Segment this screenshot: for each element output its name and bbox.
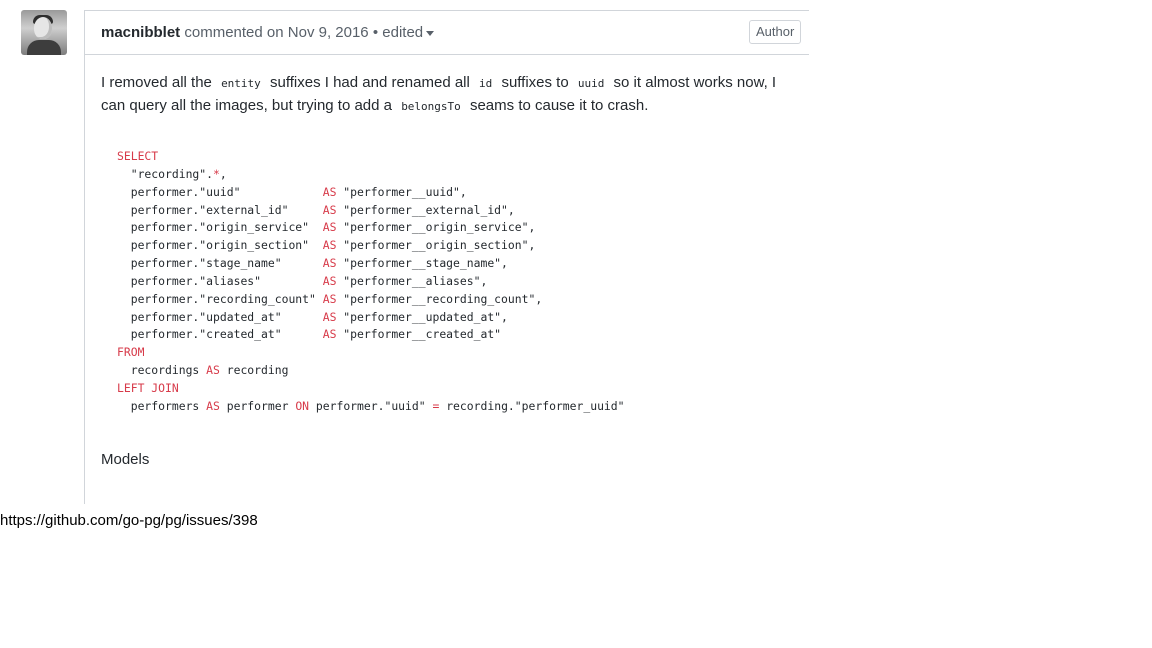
- code-keyword: *: [213, 166, 220, 181]
- code-text: performer."origin_service": [117, 220, 323, 235]
- code-line: performer."recording_count" AS "performe…: [117, 292, 542, 306]
- separator: •: [372, 24, 379, 41]
- code-text: "performer__aliases",: [336, 273, 488, 288]
- code-text: recording: [219, 363, 289, 378]
- code-text: performer."uuid": [309, 398, 433, 413]
- code-text: performer: [219, 398, 296, 413]
- code-keyword: AS: [322, 238, 337, 253]
- code-line: performer."created_at" AS "performer__cr…: [117, 327, 501, 341]
- sql-code-block: SELECT "recording".*, performer."uuid" A…: [101, 146, 801, 418]
- code-text: performer."stage_name": [117, 256, 323, 271]
- code-text: performer."aliases": [117, 273, 323, 288]
- code-line: performers AS performer ON performer."uu…: [117, 399, 625, 413]
- code-line: performer."updated_at" AS "performer__up…: [117, 310, 508, 324]
- code-keyword: SELECT: [117, 149, 159, 163]
- body-text: suffixes to: [501, 74, 569, 91]
- code-text: recording."performer_uuid": [439, 398, 625, 413]
- inline-code: entity: [221, 77, 261, 90]
- code-text: "performer__origin_section",: [336, 238, 536, 253]
- code-text: "performer__stage_name",: [336, 256, 508, 271]
- code-text: performer."uuid": [117, 184, 323, 199]
- inline-code: belongsTo: [401, 100, 461, 113]
- code-keyword: LEFT JOIN: [117, 380, 179, 395]
- comment-body: I removed all the entity suffixes I had …: [101, 72, 801, 118]
- inline-code: uuid: [577, 77, 605, 90]
- code-text: "performer__external_id",: [336, 202, 515, 217]
- code-keyword: ON: [295, 398, 310, 413]
- body-text: suffixes I had and renamed all: [269, 74, 470, 91]
- body-text: seams to cause it to crash.: [469, 97, 649, 114]
- code-text: performer."created_at": [117, 327, 323, 342]
- body-text: I removed all the: [101, 74, 212, 91]
- code-line: performer."aliases" AS "performer__alias…: [117, 273, 488, 288]
- code-text: performer."external_id": [117, 202, 323, 217]
- comment-border-left: [84, 10, 85, 504]
- code-text: "performer__uuid",: [336, 184, 467, 199]
- source-url: https://github.com/go-pg/pg/issues/398: [0, 512, 258, 529]
- edited-dropdown[interactable]: edited: [382, 24, 435, 41]
- code-line: performer."origin_section" AS "performer…: [117, 238, 536, 253]
- code-line: SELECT: [117, 149, 158, 163]
- code-keyword: AS: [206, 363, 220, 378]
- avatar-face: [34, 17, 52, 39]
- code-text: "performer__recording_count",: [336, 291, 543, 306]
- code-text: ,: [219, 166, 227, 181]
- code-keyword: FROM: [117, 345, 145, 360]
- code-line: performer."external_id" AS "performer__e…: [117, 203, 515, 217]
- edited-label: edited: [382, 24, 424, 41]
- inline-code: id: [479, 77, 493, 90]
- code-keyword: AS: [322, 327, 337, 342]
- code-keyword: AS: [322, 256, 337, 271]
- code-text: "performer__updated_at",: [336, 309, 508, 324]
- comment-date-link[interactable]: Nov 9, 2016: [288, 24, 369, 41]
- code-keyword: AS: [322, 184, 337, 199]
- avatar-shoulders: [27, 40, 61, 55]
- code-text: "performer__created_at": [336, 327, 502, 342]
- code-keyword: AS: [322, 220, 337, 235]
- chevron-down-icon: [426, 30, 435, 36]
- code-line: FROM: [117, 345, 144, 359]
- comment-header: macnibblet commented on Nov 9, 2016 • ed…: [85, 10, 809, 55]
- code-line: recordings AS recording: [117, 363, 289, 378]
- code-text: recordings: [117, 363, 207, 378]
- code-keyword: AS: [206, 398, 220, 413]
- code-text: performer."recording_count": [117, 291, 323, 306]
- author-link[interactable]: macnibblet: [101, 24, 180, 41]
- code-line: performer."origin_service" AS "performer…: [117, 220, 536, 235]
- code-text: performer."updated_at": [117, 309, 323, 324]
- user-avatar[interactable]: [21, 10, 67, 55]
- code-text: "recording".: [117, 166, 214, 181]
- models-heading: Models: [101, 451, 150, 468]
- code-text: performer."origin_section": [117, 238, 323, 253]
- code-line: "recording".*,: [117, 167, 227, 181]
- code-text: performers: [117, 398, 207, 413]
- code-line: performer."stage_name" AS "performer__st…: [117, 256, 508, 270]
- code-line: LEFT JOIN: [117, 381, 179, 395]
- code-keyword: AS: [322, 273, 337, 288]
- code-line: performer."uuid" AS "performer__uuid",: [117, 185, 467, 199]
- code-keyword: AS: [322, 202, 337, 217]
- author-badge: Author: [749, 20, 802, 44]
- code-keyword: AS: [322, 291, 337, 306]
- comment-meta: macnibblet commented on Nov 9, 2016 • ed…: [101, 24, 435, 41]
- comment-paragraph: I removed all the entity suffixes I had …: [101, 72, 801, 118]
- action-text: commented on: [184, 24, 284, 41]
- code-keyword: AS: [322, 309, 337, 324]
- code-text: "performer__origin_service",: [336, 220, 536, 235]
